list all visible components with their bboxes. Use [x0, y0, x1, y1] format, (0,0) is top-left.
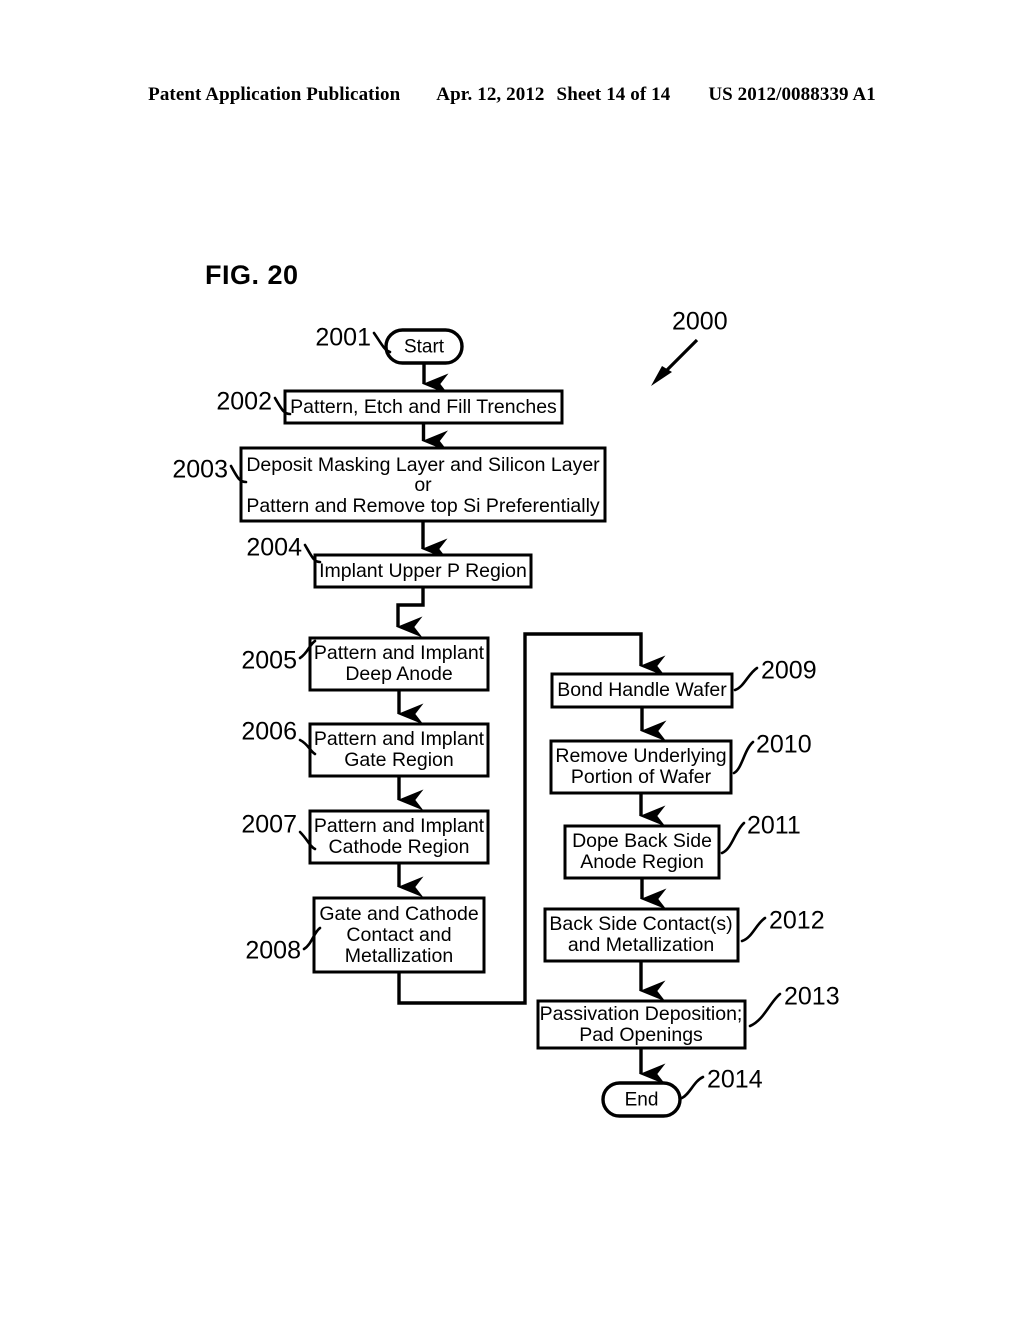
patent-figure-page: Patent Application Publication Apr. 12, … — [0, 0, 1024, 1320]
box-2011-line1: Dope Back Side — [572, 830, 712, 852]
ref-number-2004: 2004 — [246, 534, 302, 562]
box-2010-line2: Portion of Wafer — [571, 766, 712, 788]
leader-2013 — [748, 992, 782, 1028]
box-2007-line2: Cathode Region — [329, 836, 470, 858]
leader-2012 — [740, 916, 767, 943]
node-2005: Pattern and Implant Deep Anode 2005 — [241, 636, 490, 692]
box-2004-line1: Implant Upper P Region — [319, 560, 527, 582]
leader-2009 — [733, 666, 759, 692]
box-2013-line1: Passivation Deposition; — [540, 1003, 743, 1025]
edge-2004-2005 — [396, 587, 425, 638]
node-2013: Passivation Deposition; Pad Openings 201… — [536, 983, 840, 1050]
box-2002-line1: Pattern, Etch and Fill Trenches — [290, 396, 557, 418]
ref-number-2001: 2001 — [315, 324, 371, 352]
box-2006-line2: Gate Region — [344, 749, 454, 771]
node-2012: Back Side Contact(s) and Metallization 2… — [543, 907, 825, 963]
box-2003-line2: or — [414, 474, 432, 496]
node-2011: Dope Back Side Anode Region 2011 — [563, 812, 801, 880]
box-2012-line2: and Metallization — [568, 934, 714, 956]
box-2005-line1: Pattern and Implant — [314, 642, 485, 664]
box-2013-line2: Pad Openings — [579, 1024, 703, 1046]
node-2004: Implant Upper P Region 2004 — [246, 534, 533, 589]
ref-number-2008: 2008 — [245, 937, 301, 965]
box-2010-line1: Remove Underlying — [555, 745, 726, 767]
node-2007: Pattern and Implant Cathode Region 2007 — [241, 809, 490, 865]
ref-number-2007: 2007 — [241, 811, 297, 839]
node-2014-end: End 2014 — [601, 1066, 763, 1118]
ref-number-2013: 2013 — [784, 983, 840, 1011]
ref-number-2003: 2003 — [172, 456, 228, 484]
node-2001-start: Start 2001 — [315, 324, 464, 365]
box-2003-line1: Deposit Masking Layer and Silicon Layer — [246, 454, 600, 476]
box-2009-line1: Bond Handle Wafer — [557, 679, 727, 701]
box-2011-line2: Anode Region — [580, 851, 704, 873]
ref-number-2009: 2009 — [761, 657, 817, 685]
box-2008-line3: Metallization — [345, 945, 453, 967]
node-2010: Remove Underlying Portion of Wafer 2010 — [549, 731, 812, 795]
ref-number-2014: 2014 — [707, 1066, 763, 1094]
end-terminator-label: End — [625, 1090, 659, 1111]
flowchart-diagram: 2000 Start 2001 Pattern, Etch and Fill T… — [172, 308, 840, 1118]
node-2002: Pattern, Etch and Fill Trenches 2002 — [216, 388, 564, 425]
leader-2011 — [720, 821, 746, 855]
node-2008: Gate and Cathode Contact and Metallizati… — [245, 896, 486, 974]
diagram-ref-2000: 2000 — [651, 308, 728, 386]
ref-number-2000: 2000 — [672, 308, 728, 336]
node-2006: Pattern and Implant Gate Region 2006 — [241, 718, 490, 778]
box-2005-line2: Deep Anode — [345, 663, 452, 685]
ref-number-2006: 2006 — [241, 718, 297, 746]
ref-number-2002: 2002 — [216, 388, 272, 416]
box-2008-line1: Gate and Cathode — [319, 903, 478, 925]
box-2008-line2: Contact and — [346, 924, 451, 946]
box-2003-line3: Pattern and Remove top Si Preferentially — [246, 495, 600, 517]
box-2007-line1: Pattern and Implant — [314, 815, 485, 837]
leader-2010 — [732, 740, 755, 775]
box-2006-line1: Pattern and Implant — [314, 728, 485, 750]
start-terminator-label: Start — [404, 337, 445, 358]
box-2012-line1: Back Side Contact(s) — [549, 913, 732, 935]
ref-number-2005: 2005 — [241, 647, 297, 675]
leader-2014 — [680, 1075, 705, 1100]
ref-number-2010: 2010 — [756, 731, 812, 759]
ref-number-2011: 2011 — [747, 812, 801, 840]
ref-number-2012: 2012 — [769, 907, 825, 935]
node-2003: Deposit Masking Layer and Silicon Layer … — [172, 446, 607, 523]
node-2009: Bond Handle Wafer 2009 — [550, 657, 817, 709]
